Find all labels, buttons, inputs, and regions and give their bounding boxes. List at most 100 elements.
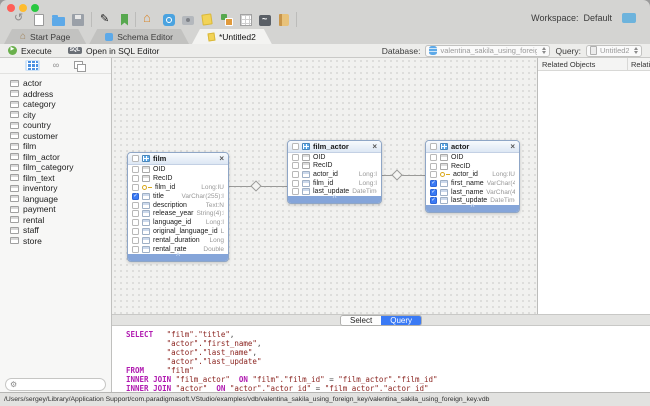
field-checkbox[interactable] xyxy=(292,188,299,195)
field-row-release-year[interactable]: release_yearString(4):N xyxy=(128,210,228,219)
sidebar-item-film[interactable]: film xyxy=(0,141,111,152)
field-checkbox[interactable] xyxy=(132,219,139,226)
field-checkbox[interactable] xyxy=(430,154,437,161)
field-checkbox[interactable] xyxy=(132,202,139,209)
database-select[interactable]: valentina_sakila_using_foreign_key xyxy=(425,45,550,57)
sidebar-item-staff[interactable]: staff xyxy=(0,225,111,236)
field-row-recid[interactable]: RecID xyxy=(128,174,228,183)
sidebar-item-store[interactable]: store xyxy=(0,236,111,247)
table-box-film[interactable]: film×OIDRecIDfilm_idLong:IU✓titleVarChar… xyxy=(127,152,229,262)
diagram-canvas[interactable]: film×OIDRecIDfilm_idLong:IU✓titleVarChar… xyxy=(112,58,537,314)
field-row-first-name[interactable]: ✓first_nameVarChar(45) xyxy=(426,179,519,188)
field-checkbox[interactable]: ✓ xyxy=(430,189,437,196)
workspace-value[interactable]: Default xyxy=(583,13,612,23)
field-row-actor-id[interactable]: actor_idLong:IU xyxy=(426,170,519,179)
grid-icon[interactable] xyxy=(240,14,252,26)
table-checkbox[interactable] xyxy=(430,143,437,150)
database-select-stepper[interactable] xyxy=(542,47,546,54)
sidebar-filter-field[interactable]: ⚙ xyxy=(5,378,106,391)
note-icon[interactable] xyxy=(201,13,212,25)
sidebar-item-address[interactable]: address xyxy=(0,89,111,100)
field-checkbox[interactable] xyxy=(132,166,139,173)
workspace-selector[interactable]: Workspace: Default xyxy=(531,13,612,23)
table-box-actor[interactable]: actor×OIDRecIDactor_idLong:IU✓first_name… xyxy=(425,140,520,213)
table-header-film-actor[interactable]: film_actor× xyxy=(288,141,381,153)
field-checkbox[interactable] xyxy=(430,171,437,178)
terminal-icon[interactable] xyxy=(259,15,271,26)
sidebar-item-rental[interactable]: rental xyxy=(0,215,111,226)
camera-icon[interactable] xyxy=(182,16,194,25)
sidebar-item-film-category[interactable]: film_category xyxy=(0,162,111,173)
table-header-film[interactable]: film× xyxy=(128,153,228,165)
table-header-actor[interactable]: actor× xyxy=(426,141,519,153)
relation-diamond-icon[interactable] xyxy=(391,169,402,180)
field-row-actor-id[interactable]: actor_idLong:I xyxy=(288,170,381,179)
relation-diamond-icon[interactable] xyxy=(250,180,261,191)
new-file-icon[interactable] xyxy=(34,14,44,26)
field-checkbox[interactable] xyxy=(132,210,139,217)
collapse-bar[interactable]: ^ xyxy=(128,254,228,261)
field-row-oid[interactable]: OID xyxy=(426,153,519,162)
field-checkbox[interactable] xyxy=(292,162,299,169)
field-checkbox[interactable] xyxy=(132,228,139,235)
field-row-recid[interactable]: RecID xyxy=(288,162,381,171)
sidebar-tab-links[interactable]: ∞ xyxy=(51,60,61,71)
sidebar-item-category[interactable]: category xyxy=(0,99,111,110)
collapse-bar[interactable]: ^ xyxy=(288,196,381,203)
field-checkbox[interactable]: ✓ xyxy=(132,193,139,200)
sidebar-item-language[interactable]: language xyxy=(0,194,111,205)
field-checkbox[interactable] xyxy=(292,154,299,161)
field-checkbox[interactable] xyxy=(132,246,139,253)
sidebar-tab-views[interactable] xyxy=(72,60,86,71)
book-icon[interactable] xyxy=(279,14,289,26)
close-icon[interactable]: × xyxy=(510,143,515,151)
tab-untitled2[interactable]: *Untitled2 xyxy=(192,29,272,44)
field-checkbox[interactable] xyxy=(132,184,139,191)
save-icon[interactable] xyxy=(72,14,84,26)
field-checkbox[interactable] xyxy=(132,237,139,244)
execute-button[interactable]: Execute xyxy=(8,46,52,56)
close-icon[interactable]: × xyxy=(219,155,224,163)
field-row-recid[interactable]: RecID xyxy=(426,162,519,171)
sidebar-item-actor[interactable]: actor xyxy=(0,78,111,89)
undo-icon[interactable] xyxy=(13,13,26,26)
bookmark-icon[interactable] xyxy=(121,14,128,26)
field-checkbox[interactable] xyxy=(430,163,437,170)
pen-icon[interactable] xyxy=(99,13,112,26)
table-checkbox[interactable] xyxy=(292,143,299,150)
field-row-oid[interactable]: OID xyxy=(128,165,228,174)
open-in-sql-editor-button[interactable]: SQL Open in SQL Editor xyxy=(68,46,160,56)
field-checkbox[interactable]: ✓ xyxy=(430,197,437,204)
field-row-oid[interactable]: OID xyxy=(288,153,381,162)
sidebar-item-payment[interactable]: payment xyxy=(0,204,111,215)
sql-editor-pane[interactable]: SELECT "film"."title", "actor"."first_na… xyxy=(112,326,650,392)
sidebar-item-customer[interactable]: customer xyxy=(0,131,111,142)
sidebar-item-city[interactable]: city xyxy=(0,110,111,121)
query-select[interactable]: Untitled2 xyxy=(586,45,642,57)
feedback-chat-icon[interactable] xyxy=(622,13,636,23)
field-row-film-id[interactable]: film_idLong:IU xyxy=(128,183,228,192)
bottom-tab-query[interactable]: Query xyxy=(381,316,421,325)
table-checkbox[interactable] xyxy=(132,155,139,162)
sidebar-item-film-text[interactable]: film_text xyxy=(0,173,111,184)
field-row-title[interactable]: ✓titleVarChar(255):I xyxy=(128,192,228,201)
close-icon[interactable]: × xyxy=(372,143,377,151)
zoom-window-button[interactable] xyxy=(31,4,39,12)
bottom-tab-select[interactable]: Select xyxy=(341,316,381,325)
field-row-original-language-id[interactable]: original_language_idLo.. xyxy=(128,227,228,236)
sidebar-item-country[interactable]: country xyxy=(0,120,111,131)
field-row-last-name[interactable]: ✓last_nameVarChar(45):I xyxy=(426,188,519,197)
sidebar-item-inventory[interactable]: inventory xyxy=(0,183,111,194)
home-icon[interactable] xyxy=(143,13,156,26)
field-checkbox[interactable] xyxy=(132,175,139,182)
query-select-stepper[interactable] xyxy=(634,47,638,54)
collapse-bar[interactable]: ^ xyxy=(426,205,519,212)
tab-schema-editor[interactable]: Schema Editor xyxy=(89,29,189,44)
field-row-description[interactable]: descriptionText:N xyxy=(128,201,228,210)
open-folder-icon[interactable] xyxy=(52,17,65,26)
group-icon[interactable] xyxy=(220,13,233,26)
field-checkbox[interactable]: ✓ xyxy=(430,180,437,187)
field-row-film-id[interactable]: film_idLong:I xyxy=(288,179,381,188)
tab-start-page[interactable]: Start Page xyxy=(4,29,86,44)
table-box-film-actor[interactable]: film_actor×OIDRecIDactor_idLong:Ifilm_id… xyxy=(287,140,382,204)
